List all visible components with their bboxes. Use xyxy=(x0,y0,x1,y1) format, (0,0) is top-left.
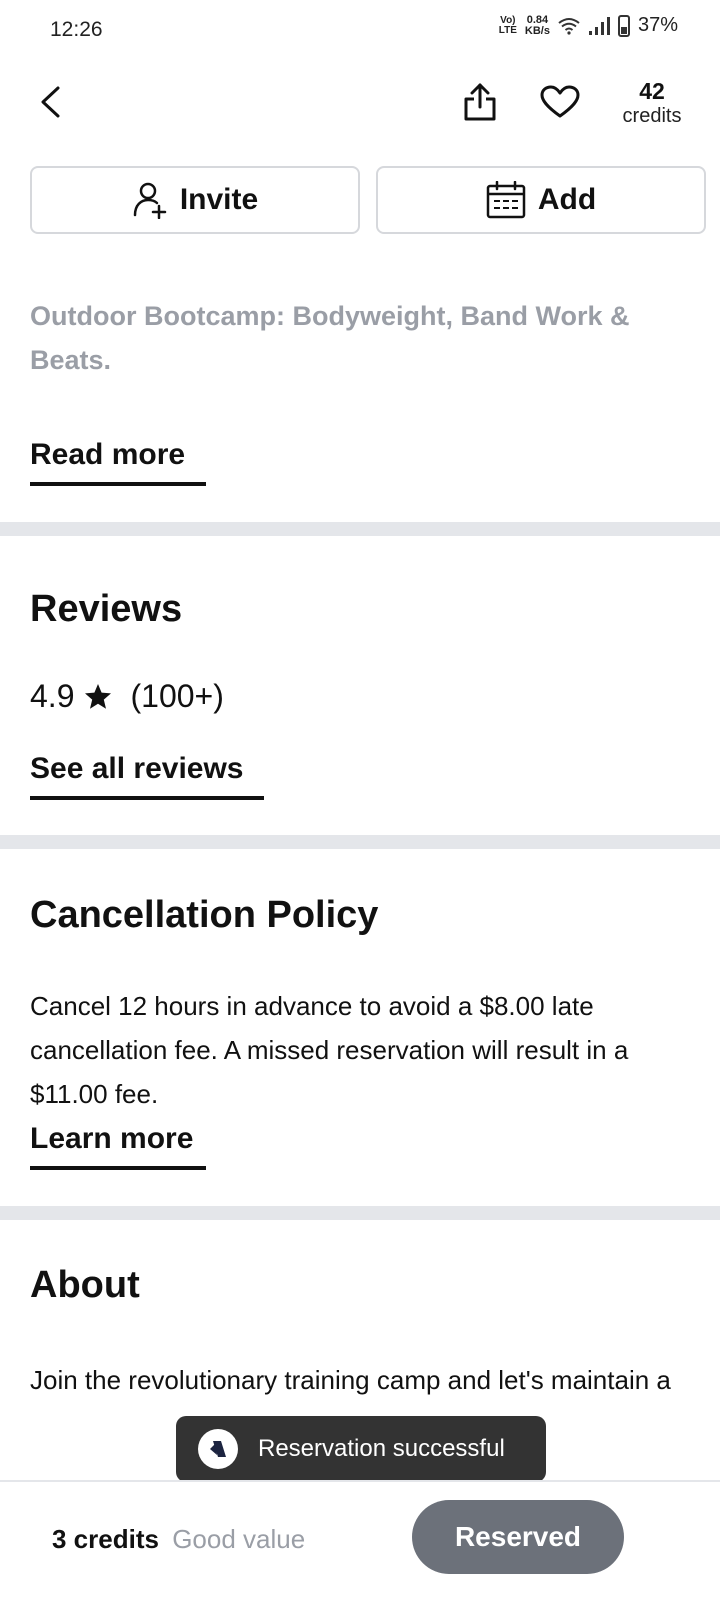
class-description: Outdoor Bootcamp: Bodyweight, Band Work … xyxy=(30,301,630,375)
section-divider xyxy=(0,522,720,536)
price-credits: 3 credits xyxy=(52,1524,159,1554)
credits-label: credits xyxy=(622,105,682,127)
booking-bar: 3 credits Good value Reserved xyxy=(0,1480,720,1600)
credits-balance: 42 credits xyxy=(612,78,692,128)
status-bar: 12:26 Vo) LTE 0.84 KB/s 37% xyxy=(0,0,720,60)
section-divider xyxy=(0,835,720,849)
share-icon xyxy=(464,83,496,121)
app-logo-icon xyxy=(198,1429,238,1469)
review-count: (100+) xyxy=(130,678,224,714)
share-button[interactable] xyxy=(460,80,500,124)
about-title: About xyxy=(30,1264,140,1306)
calendar-icon xyxy=(486,181,526,219)
wifi-icon xyxy=(558,17,580,35)
about-text: Join the revolutionary training camp and… xyxy=(30,1365,671,1395)
status-icons: Vo) LTE 0.84 KB/s 37% xyxy=(499,14,678,37)
star-icon xyxy=(85,683,112,709)
invite-label: Invite xyxy=(179,183,259,216)
cancellation-policy-text: Cancel 12 hours in advance to avoid a $8… xyxy=(30,991,629,1109)
see-all-reviews-link[interactable]: See all reviews xyxy=(30,752,264,800)
back-button[interactable] xyxy=(30,80,70,124)
add-person-icon xyxy=(133,182,167,219)
battery-icon xyxy=(617,14,630,37)
status-time: 12:26 xyxy=(50,18,103,41)
reserved-button[interactable]: Reserved xyxy=(412,1500,624,1574)
price-info: 3 credits Good value xyxy=(52,1524,305,1555)
chevron-left-icon xyxy=(41,86,60,118)
rating-value: 4.9 xyxy=(30,678,75,714)
credits-count: 42 xyxy=(639,78,665,104)
volte-icon: Vo) LTE xyxy=(498,14,517,36)
reservation-toast: Reservation successful xyxy=(176,1416,546,1482)
battery-percent: 37% xyxy=(637,14,678,36)
reviews-title: Reviews xyxy=(30,588,183,630)
favorite-button[interactable] xyxy=(536,80,584,124)
cancellation-policy-title: Cancellation Policy xyxy=(30,894,379,936)
section-divider xyxy=(0,1206,720,1220)
add-to-calendar-button[interactable]: Add xyxy=(376,166,706,234)
learn-more-link[interactable]: Learn more xyxy=(30,1122,206,1170)
read-more-link[interactable]: Read more xyxy=(30,438,206,486)
top-bar: 42 credits xyxy=(0,60,720,150)
add-label: Add xyxy=(537,183,597,216)
network-speed: 0.84 KB/s xyxy=(524,13,550,37)
invite-button[interactable]: Invite xyxy=(30,166,360,234)
rating-summary: 4.9 (100+) xyxy=(30,678,224,715)
signal-icon xyxy=(588,16,610,35)
heart-icon xyxy=(540,85,580,118)
toast-message: Reservation successful xyxy=(258,1435,505,1462)
value-label: Good value xyxy=(172,1524,306,1554)
